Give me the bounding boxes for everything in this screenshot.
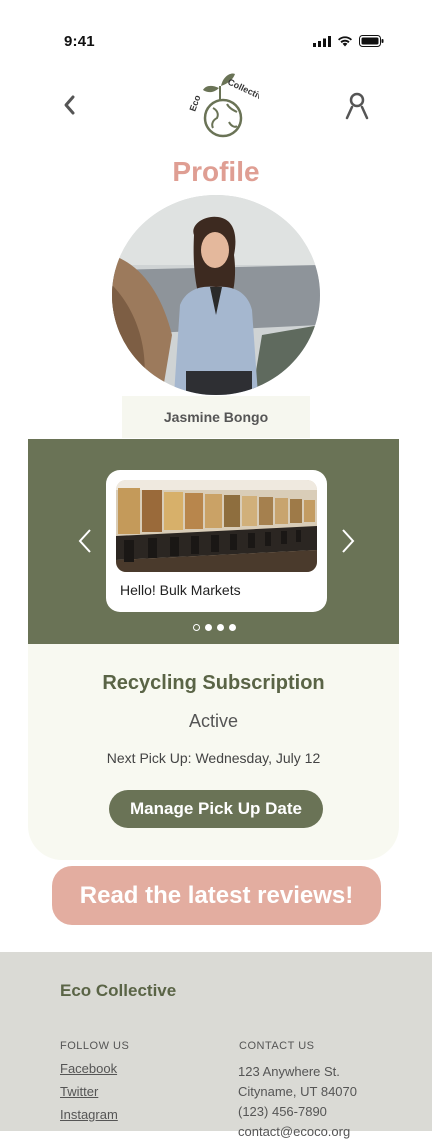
chevron-left-icon: [78, 529, 91, 553]
carousel-dot[interactable]: [193, 624, 200, 631]
app-header: Eco Collective: [0, 62, 432, 142]
carousel-dot[interactable]: [205, 624, 212, 631]
page-title: Profile: [172, 156, 260, 187]
carousel-dot[interactable]: [217, 624, 224, 631]
contact-address-line: 123 Anywhere St.: [238, 1064, 340, 1079]
subscription-title: Recycling Subscription: [102, 672, 325, 694]
wifi-icon: [338, 36, 352, 47]
subscription-status: Active: [188, 711, 239, 731]
battery-icon: [359, 35, 384, 47]
carousel-pagination: [193, 624, 236, 631]
status-icons: [313, 35, 384, 47]
follow-links: Facebook Twitter Instagram: [60, 1061, 118, 1130]
footer-brand: Eco Collective: [60, 981, 177, 1000]
carousel-prev-button[interactable]: [74, 527, 96, 555]
chevron-left-icon: [64, 95, 75, 115]
contact-city-line: Cityname, UT 84070: [238, 1084, 357, 1099]
bulk-market-image: [116, 480, 317, 572]
instagram-link[interactable]: Instagram: [60, 1107, 118, 1122]
carousel-next-button[interactable]: [337, 527, 359, 555]
contact-phone: (123) 456-7890: [238, 1104, 327, 1119]
logo-text-eco: Eco: [187, 93, 202, 112]
contact-email: contact@ecoco.org: [238, 1124, 351, 1139]
carousel-card-title: Hello! Bulk Markets: [120, 582, 241, 598]
carousel-card[interactable]: Hello! Bulk Markets: [106, 470, 327, 612]
back-button[interactable]: [60, 92, 80, 118]
contact-us-heading: CONTACT US: [239, 1040, 315, 1052]
user-icon: [345, 92, 369, 120]
carousel-dot[interactable]: [229, 624, 236, 631]
chevron-right-icon: [342, 529, 355, 553]
footer: Eco Collective FOLLOW US Facebook Twitte…: [0, 952, 432, 1139]
status-bar: 9:41: [0, 0, 432, 70]
profile-name: Jasmine Bongo: [122, 396, 310, 438]
subscription-card: Recycling Subscription Active Next Pick …: [28, 644, 399, 860]
eco-collective-logo: Eco Collective: [187, 73, 259, 138]
next-pickup-text: Next Pick Up: Wednesday, July 12: [106, 750, 321, 766]
user-profile-button[interactable]: [342, 90, 372, 120]
twitter-link[interactable]: Twitter: [60, 1084, 118, 1099]
facebook-link[interactable]: Facebook: [60, 1061, 118, 1076]
profile-photo: [112, 195, 320, 395]
contact-info: 123 Anywhere St. Cityname, UT 84070 (123…: [238, 1062, 357, 1142]
avatar: [112, 195, 320, 395]
manage-pickup-button[interactable]: Manage Pick Up Date: [109, 790, 323, 828]
logo-text-collective: Collective: [226, 77, 259, 104]
signal-icon: [313, 35, 331, 47]
status-time: 9:41: [64, 33, 95, 50]
featured-carousel: Hello! Bulk Markets: [28, 439, 399, 644]
read-reviews-button[interactable]: Read the latest reviews!: [52, 866, 381, 925]
follow-us-heading: FOLLOW US: [60, 1040, 130, 1052]
